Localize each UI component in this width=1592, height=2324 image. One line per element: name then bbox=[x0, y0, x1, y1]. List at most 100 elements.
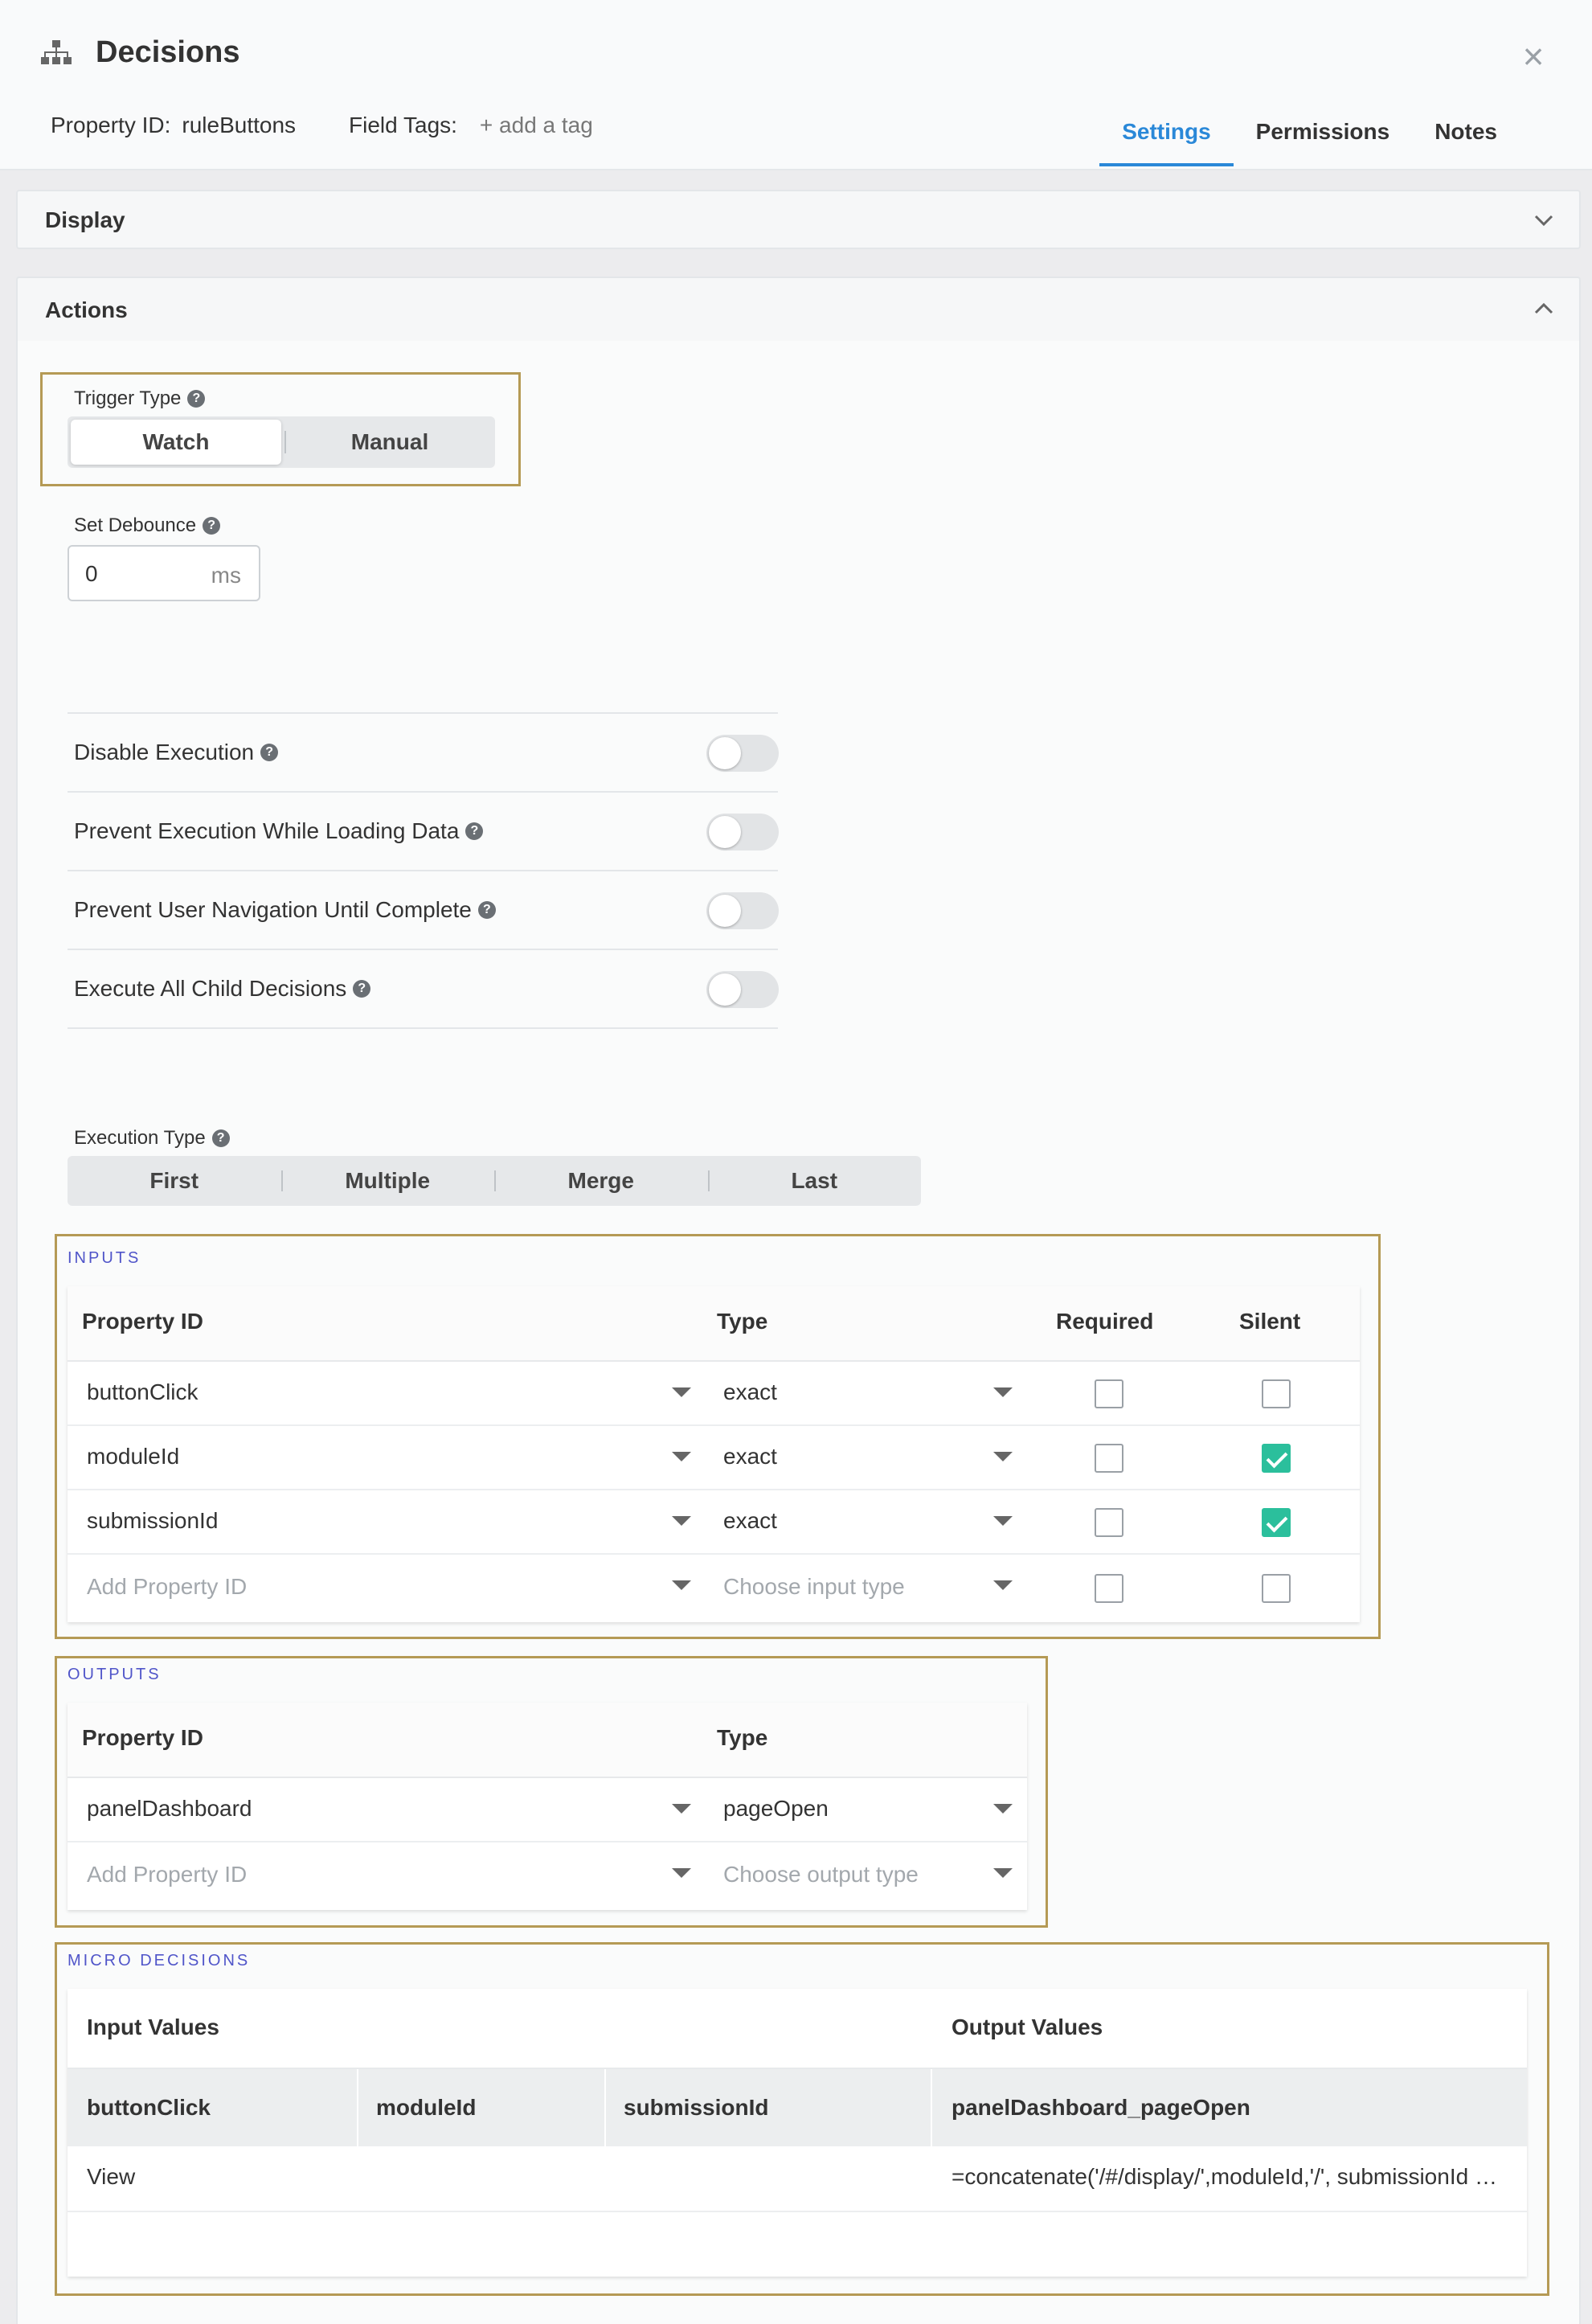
toggle-row-prevent-navigation: Prevent User Navigation Until Complete? bbox=[68, 870, 779, 949]
chevron-up-icon bbox=[1534, 302, 1553, 314]
caret-down-icon[interactable] bbox=[993, 1580, 1013, 1590]
output-values-header: Output Values bbox=[952, 2015, 1103, 2039]
help-icon[interactable]: ? bbox=[465, 822, 484, 840]
inputs-grid-header: Property ID Type Required Silent bbox=[68, 1286, 1360, 1362]
close-icon[interactable]: × bbox=[1517, 38, 1549, 75]
disable-execution-switch[interactable] bbox=[706, 735, 779, 772]
add-input-row: Add Property ID Choose input type bbox=[68, 1555, 1360, 1622]
modal-title: Decisions bbox=[96, 35, 240, 69]
caret-down-icon[interactable] bbox=[672, 1387, 691, 1397]
add-output-row: Add Property ID Choose output type bbox=[68, 1842, 1027, 1910]
property-id-cell[interactable]: panelDashboard bbox=[87, 1796, 252, 1822]
caret-down-icon[interactable] bbox=[672, 1804, 691, 1814]
prevent-navigation-switch[interactable] bbox=[706, 892, 779, 929]
help-icon[interactable]: ? bbox=[353, 980, 371, 998]
toggle-row-disable-execution: Disable Execution? bbox=[68, 712, 779, 791]
caret-down-icon[interactable] bbox=[993, 1868, 1013, 1878]
silent-checkbox[interactable] bbox=[1262, 1574, 1291, 1603]
execution-first-option[interactable]: First bbox=[68, 1156, 281, 1206]
debounce-input[interactable] bbox=[85, 559, 182, 588]
table-row: View =concatenate('/#/display/',moduleId… bbox=[68, 2146, 1527, 2212]
add-tag-link[interactable]: + add a tag bbox=[480, 113, 593, 138]
caret-down-icon[interactable] bbox=[993, 1387, 1013, 1397]
silent-checkbox[interactable] bbox=[1262, 1379, 1291, 1408]
add-property-placeholder[interactable]: Add Property ID bbox=[87, 1574, 247, 1600]
caret-down-icon[interactable] bbox=[993, 1516, 1013, 1526]
caret-down-icon[interactable] bbox=[672, 1516, 691, 1526]
display-panel-header[interactable]: Display bbox=[16, 190, 1581, 249]
meta-row: Property ID: ruleButtons Field Tags: + a… bbox=[51, 113, 593, 138]
column-header: Property ID bbox=[82, 1725, 203, 1750]
outputs-grid-header: Property ID Type bbox=[68, 1703, 1027, 1778]
property-id-cell[interactable]: submissionId bbox=[87, 1508, 218, 1534]
silent-checkbox[interactable] bbox=[1262, 1508, 1291, 1537]
help-icon[interactable]: ? bbox=[260, 744, 279, 761]
execution-last-option[interactable]: Last bbox=[707, 1156, 922, 1206]
outputs-section-title: OUTPUTS bbox=[68, 1666, 162, 1683]
tab-settings[interactable]: Settings bbox=[1099, 105, 1234, 166]
toggle-label: Execute All Child Decisions bbox=[74, 976, 347, 1001]
add-type-placeholder[interactable]: Choose output type bbox=[723, 1862, 919, 1887]
column-header: Silent bbox=[1239, 1309, 1301, 1334]
prevent-loading-switch[interactable] bbox=[706, 814, 779, 850]
type-cell[interactable]: exact bbox=[723, 1379, 777, 1405]
toggle-row-prevent-loading: Prevent Execution While Loading Data? bbox=[68, 791, 779, 870]
trigger-type-label: Trigger Type? bbox=[74, 387, 206, 410]
column-header: Property ID bbox=[82, 1309, 203, 1334]
required-checkbox[interactable] bbox=[1095, 1444, 1123, 1473]
column-header: Type bbox=[717, 1309, 768, 1334]
required-checkbox[interactable] bbox=[1095, 1379, 1123, 1408]
column-header: moduleId bbox=[376, 2095, 477, 2120]
tab-bar: Settings Permissions Notes bbox=[1099, 105, 1592, 166]
output-formula-cell[interactable]: =concatenate('/#/display/',moduleId,'/',… bbox=[952, 2164, 1514, 2190]
column-header: submissionId bbox=[624, 2095, 769, 2120]
property-id-cell[interactable]: buttonClick bbox=[87, 1379, 198, 1405]
chevron-down-icon bbox=[1534, 215, 1553, 227]
debounce-unit: ms bbox=[211, 563, 241, 588]
micro-decisions-grid: Input Values Output Values buttonClick m… bbox=[68, 1989, 1527, 2277]
help-icon[interactable]: ? bbox=[187, 390, 206, 408]
caret-down-icon[interactable] bbox=[672, 1868, 691, 1878]
required-checkbox[interactable] bbox=[1095, 1508, 1123, 1537]
help-icon[interactable]: ? bbox=[477, 901, 496, 919]
execution-merge-option[interactable]: Merge bbox=[494, 1156, 708, 1206]
property-id-cell[interactable]: moduleId bbox=[87, 1444, 179, 1469]
trigger-watch-option[interactable]: Watch bbox=[71, 420, 281, 465]
add-type-placeholder[interactable]: Choose input type bbox=[723, 1574, 905, 1600]
trigger-type-toggle: Watch Manual bbox=[68, 416, 495, 468]
caret-down-icon[interactable] bbox=[672, 1580, 691, 1590]
micro-decisions-section-title: MICRO DECISIONS bbox=[68, 1952, 251, 1969]
add-property-placeholder[interactable]: Add Property ID bbox=[87, 1862, 247, 1887]
actions-panel-header[interactable]: Actions bbox=[16, 277, 1581, 341]
decision-tree-icon bbox=[41, 40, 72, 64]
column-header: Type bbox=[717, 1725, 768, 1750]
inputs-grid: Property ID Type Required Silent buttonC… bbox=[68, 1286, 1360, 1622]
tab-notes[interactable]: Notes bbox=[1412, 105, 1592, 166]
toggle-label: Prevent Execution While Loading Data bbox=[74, 818, 460, 843]
execution-multiple-option[interactable]: Multiple bbox=[280, 1156, 495, 1206]
type-cell[interactable]: exact bbox=[723, 1444, 777, 1469]
required-checkbox[interactable] bbox=[1095, 1574, 1123, 1603]
execution-type-toggle: First Multiple Merge Last bbox=[68, 1156, 921, 1206]
column-header: Required bbox=[1056, 1309, 1154, 1334]
column-header: panelDashboard_pageOpen bbox=[952, 2095, 1250, 2120]
execute-children-switch[interactable] bbox=[706, 971, 779, 1008]
tab-permissions[interactable]: Permissions bbox=[1234, 105, 1413, 166]
caret-down-icon[interactable] bbox=[993, 1452, 1013, 1461]
trigger-manual-option[interactable]: Manual bbox=[284, 416, 495, 468]
toggle-label: Disable Execution bbox=[74, 740, 255, 764]
actions-panel-title: Actions bbox=[45, 297, 128, 322]
property-id-label: Property ID: bbox=[51, 113, 171, 137]
field-tags-label: Field Tags: bbox=[349, 113, 457, 137]
type-cell[interactable]: pageOpen bbox=[723, 1796, 829, 1822]
type-cell[interactable]: exact bbox=[723, 1508, 777, 1534]
help-icon[interactable]: ? bbox=[203, 517, 221, 535]
toggle-label: Prevent User Navigation Until Complete bbox=[74, 897, 472, 922]
button-click-cell[interactable]: View bbox=[87, 2164, 135, 2190]
silent-checkbox[interactable] bbox=[1262, 1444, 1291, 1473]
help-icon[interactable]: ? bbox=[211, 1129, 230, 1147]
execution-type-label: Execution Type? bbox=[74, 1127, 230, 1150]
caret-down-icon[interactable] bbox=[672, 1452, 691, 1461]
caret-down-icon[interactable] bbox=[993, 1804, 1013, 1814]
property-id-value: ruleButtons bbox=[182, 113, 297, 137]
